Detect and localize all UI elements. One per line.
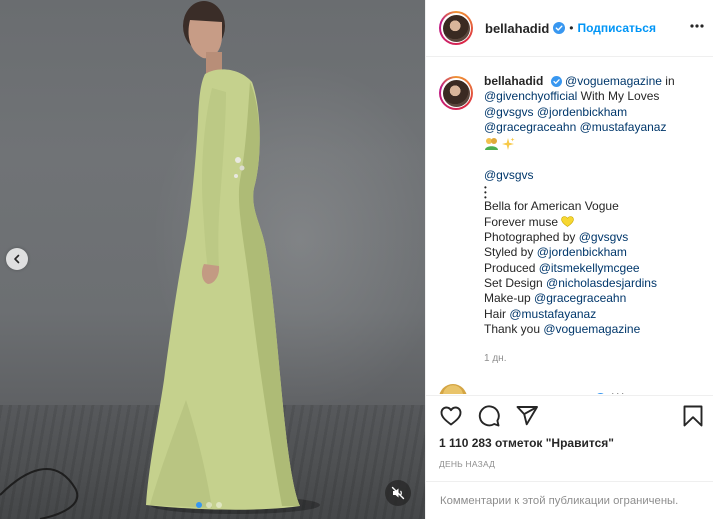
comment-item: W: [439, 384, 623, 394]
likes-count[interactable]: 1 110 283 отметок "Нравится": [439, 436, 614, 450]
author-username[interactable]: bellahadid: [485, 21, 549, 36]
caption-username[interactable]: bellahadid: [484, 74, 543, 88]
heart-outline-icon[interactable]: [439, 404, 463, 428]
post-side-panel: bellahadid • Подписаться bellahadid @vog…: [425, 0, 713, 519]
paper-plane-icon[interactable]: [515, 404, 539, 428]
action-icons: [439, 404, 539, 428]
header-separator: •: [569, 21, 574, 35]
mention-link[interactable]: @mustafayanaz: [509, 307, 596, 321]
mention-link[interactable]: @gvsgvs: [484, 168, 534, 182]
mention-link[interactable]: @jordenbickham: [537, 245, 627, 259]
bookmark-icon[interactable]: [682, 404, 704, 428]
mention-link[interactable]: @gracegraceahn: [484, 120, 576, 134]
verified-badge-icon: [596, 392, 605, 394]
comment-text: W: [612, 391, 623, 394]
mention-link[interactable]: @gvsgvs: [579, 230, 629, 244]
post-actions: 1 110 283 отметок "Нравится" ДЕНЬ НАЗАД …: [426, 395, 713, 519]
comments-section[interactable]: bellahadid @voguemagazine in @givenchyof…: [426, 58, 713, 394]
follow-button[interactable]: Подписаться: [578, 21, 656, 35]
mention-link[interactable]: @voguemagazine: [565, 74, 662, 88]
speaker-muted-icon: [391, 486, 405, 500]
mention-link[interactable]: @voguemagazine: [543, 322, 640, 336]
verified-badge-icon: [550, 76, 562, 87]
caption-line: Bella for American Vogue: [484, 199, 619, 214]
chevron-left-icon: [14, 254, 20, 264]
model-photo: [0, 1, 320, 519]
caption-dot-separator: • • •: [484, 183, 487, 203]
carousel-dot: [196, 502, 202, 508]
caption-line: Forever muse: [484, 214, 559, 229]
sparkles-emoji-icon: [502, 137, 515, 150]
verified-badge-icon: [553, 22, 566, 34]
carousel-indicator: [196, 502, 222, 508]
caption-text: bellahadid @voguemagazine in @givenchyof…: [484, 74, 694, 366]
mention-link[interactable]: @givenchyofficial: [484, 89, 577, 103]
post-media[interactable]: [0, 0, 425, 519]
emoji-line: [484, 136, 694, 151]
post-caption: bellahadid @voguemagazine in @givenchyof…: [439, 74, 694, 366]
commenter-avatar[interactable]: [439, 384, 467, 394]
caption-author-avatar[interactable]: [439, 76, 473, 110]
mention-link[interactable]: @gvsgvs: [484, 105, 534, 119]
post-header: bellahadid • Подписаться: [426, 0, 713, 57]
mention-link[interactable]: @jordenbickham: [537, 105, 627, 119]
carousel-prev-button[interactable]: [6, 248, 28, 270]
comments-restricted-text: Комментарии к этой публикации ограничены…: [440, 495, 679, 507]
mention-link[interactable]: @gracegraceahn: [534, 291, 626, 305]
post-date[interactable]: ДЕНЬ НАЗАД: [439, 459, 495, 469]
yellow-heart-emoji-icon: [561, 215, 575, 227]
avatar-photo: [442, 79, 470, 107]
avatar-photo: [442, 14, 470, 42]
mention-link[interactable]: @nicholasdesjardins: [546, 276, 657, 290]
carousel-dot: [206, 502, 212, 508]
comments-restricted-notice: Комментарии к этой публикации ограничены…: [426, 481, 713, 519]
caption-time[interactable]: 1 дн.: [484, 351, 694, 366]
mute-toggle-button[interactable]: [385, 480, 411, 506]
people-hugging-emoji-icon: [485, 137, 498, 150]
more-horizontal-icon[interactable]: [690, 18, 704, 34]
mention-link[interactable]: @mustafayanaz: [580, 120, 667, 134]
author-avatar[interactable]: [439, 11, 473, 45]
mention-link[interactable]: @itsmekellymcgee: [539, 261, 640, 275]
speech-bubble-icon[interactable]: [477, 404, 501, 428]
carousel-dot: [216, 502, 222, 508]
